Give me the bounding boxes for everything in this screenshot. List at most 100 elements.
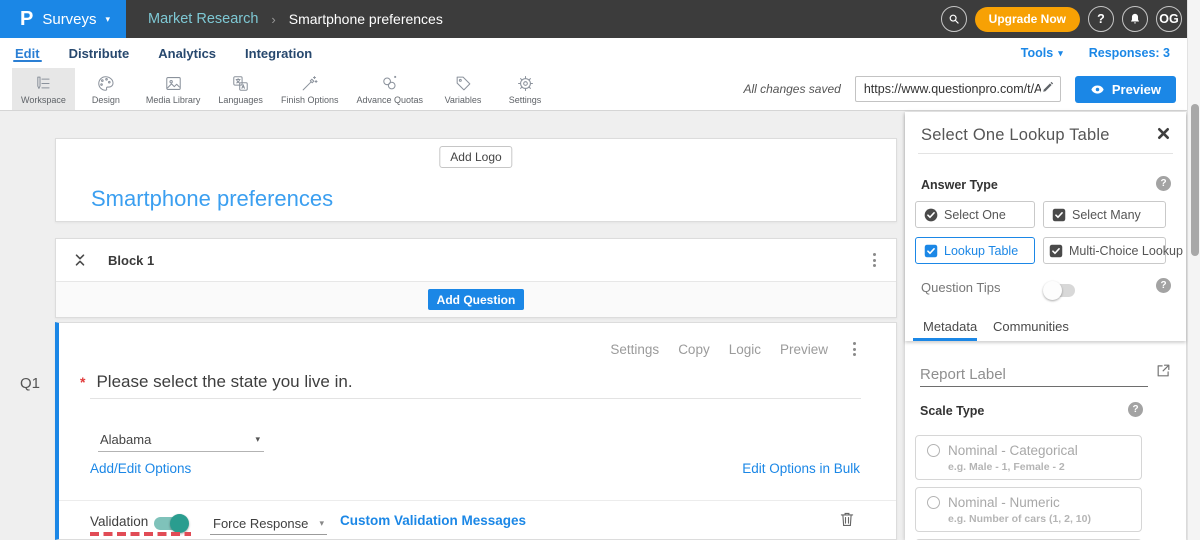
chevron-down-icon: ▾ bbox=[319, 519, 324, 528]
question-logic-link[interactable]: Logic bbox=[729, 342, 761, 357]
questionpro-logo-icon: P bbox=[20, 8, 33, 31]
block-name: Block 1 bbox=[108, 253, 154, 268]
breadcrumb-survey-name: Smartphone preferences bbox=[289, 11, 443, 27]
panel-tab-metadata[interactable]: Metadata bbox=[923, 319, 977, 334]
tools-menu[interactable]: Tools▾ bbox=[1021, 46, 1063, 60]
breadcrumb: Market Research › Smartphone preferences bbox=[148, 0, 443, 38]
block-footer: Add Question bbox=[56, 282, 896, 317]
app-root: P Surveys ▾ Market Research › Smartphone… bbox=[0, 0, 1200, 540]
help-button[interactable]: ? bbox=[1088, 6, 1114, 32]
tab-distribute[interactable]: Distribute bbox=[69, 38, 130, 68]
palette-icon bbox=[96, 74, 115, 93]
answer-dropdown[interactable]: Alabama ▾ bbox=[98, 427, 264, 452]
scrollbar-thumb[interactable] bbox=[1191, 104, 1199, 256]
panel-tab-communities[interactable]: Communities bbox=[993, 319, 1069, 334]
validation-section-divider bbox=[59, 500, 896, 501]
add-edit-options-link[interactable]: Add/Edit Options bbox=[90, 461, 191, 476]
toolbar-item-finish-options[interactable]: Finish Options bbox=[272, 68, 348, 110]
radio-icon[interactable] bbox=[927, 444, 940, 457]
edit-options-in-bulk-link[interactable]: Edit Options in Bulk bbox=[742, 461, 860, 476]
panel-title: Select One Lookup Table bbox=[921, 126, 1110, 145]
question-tips-label: Question Tips bbox=[921, 280, 1001, 295]
report-label-input[interactable] bbox=[920, 363, 1148, 387]
toolbar-item-settings[interactable]: Settings bbox=[494, 68, 556, 110]
force-response-dropdown[interactable]: Force Response ▾ bbox=[210, 512, 327, 535]
active-panel-tab-underline bbox=[913, 338, 977, 341]
question-menu-dots-icon[interactable] bbox=[849, 338, 860, 360]
tab-analytics[interactable]: Analytics bbox=[158, 38, 216, 68]
toolbar-items: Workspace Design Media Library Languages… bbox=[12, 68, 556, 110]
answer-type-help-icon[interactable]: ? bbox=[1156, 176, 1171, 191]
scale-type-help-icon[interactable]: ? bbox=[1128, 402, 1143, 417]
product-name: Surveys bbox=[42, 11, 96, 28]
circle-check-icon bbox=[924, 208, 938, 222]
tag-icon bbox=[454, 74, 473, 93]
edit-url-button[interactable] bbox=[1041, 80, 1055, 99]
validation-toggle[interactable] bbox=[154, 517, 187, 530]
block-menu-dots-icon[interactable] bbox=[869, 249, 880, 271]
delete-question-button[interactable] bbox=[838, 509, 856, 529]
tab-edit[interactable]: Edit bbox=[15, 38, 40, 68]
answer-option-multi-choice-lookup[interactable]: Multi-Choice Lookup bbox=[1043, 237, 1166, 264]
chain-links-icon bbox=[380, 74, 399, 93]
question-settings-link[interactable]: Settings bbox=[610, 342, 659, 357]
toolbar-item-media-library[interactable]: Media Library bbox=[137, 68, 210, 110]
question-card: Settings Copy Logic Preview * Please sel… bbox=[55, 322, 897, 540]
force-response-value: Force Response bbox=[213, 516, 308, 531]
notifications-button[interactable] bbox=[1122, 6, 1148, 32]
square-check-icon bbox=[1049, 244, 1063, 258]
search-button[interactable] bbox=[941, 6, 967, 32]
question-text[interactable]: Please select the state you live in. bbox=[96, 372, 352, 392]
trash-icon bbox=[838, 509, 856, 529]
answer-option-lookup-table[interactable]: Lookup Table bbox=[915, 237, 1035, 264]
block-header: Block 1 bbox=[56, 239, 896, 282]
pencil-icon bbox=[1041, 80, 1055, 94]
panel-close-button[interactable] bbox=[1156, 126, 1171, 141]
question-preview-link[interactable]: Preview bbox=[780, 342, 828, 357]
question-copy-link[interactable]: Copy bbox=[678, 342, 710, 357]
avatar[interactable]: OG bbox=[1156, 6, 1182, 32]
chevron-down-icon: ▾ bbox=[106, 15, 111, 24]
survey-url-input[interactable] bbox=[864, 82, 1041, 96]
survey-title[interactable]: Smartphone preferences bbox=[91, 186, 333, 212]
responses-link[interactable]: Responses: 3 bbox=[1089, 46, 1170, 60]
external-link-icon[interactable] bbox=[1155, 362, 1172, 379]
toolbar-item-languages[interactable]: Languages bbox=[209, 68, 272, 110]
breadcrumb-separator-icon: › bbox=[271, 12, 275, 27]
chevron-down-icon: ▾ bbox=[1058, 49, 1063, 58]
question-actions: Settings Copy Logic Preview bbox=[610, 338, 860, 360]
answer-option-select-one[interactable]: Select One bbox=[915, 201, 1035, 228]
question-text-row: * Please select the state you live in. bbox=[80, 372, 353, 392]
radio-icon[interactable] bbox=[927, 496, 940, 509]
add-question-button[interactable]: Add Question bbox=[428, 289, 525, 310]
question-number: Q1 bbox=[20, 375, 40, 392]
chevron-down-icon: ▾ bbox=[255, 435, 260, 444]
scale-option-nominal-numeric[interactable]: Nominal - Numeric e.g. Number of cars (1… bbox=[915, 487, 1142, 532]
preview-button[interactable]: Preview bbox=[1075, 76, 1176, 103]
upgrade-now-button[interactable]: Upgrade Now bbox=[975, 7, 1080, 32]
validation-label: Validation bbox=[90, 514, 148, 529]
square-check-icon bbox=[1052, 208, 1066, 222]
workspace-icon bbox=[34, 74, 53, 93]
panel-metadata-section: Scale Type ? Nominal - Categorical e.g. … bbox=[905, 341, 1186, 540]
tabbar-right: Tools▾ Responses: 3 bbox=[1021, 46, 1200, 60]
translate-icon bbox=[231, 74, 250, 93]
custom-validation-messages-link[interactable]: Custom Validation Messages bbox=[340, 513, 526, 528]
collapse-block-icon[interactable] bbox=[72, 252, 88, 268]
tab-integration[interactable]: Integration bbox=[245, 38, 312, 68]
scale-option-example: e.g. Number of cars (1, 2, 10) bbox=[948, 513, 1131, 525]
add-logo-button[interactable]: Add Logo bbox=[439, 146, 512, 168]
toolbar-item-advance-quotas[interactable]: Advance Quotas bbox=[347, 68, 432, 110]
scale-option-nominal-categorical[interactable]: Nominal - Categorical e.g. Male - 1, Fem… bbox=[915, 435, 1142, 480]
square-check-icon bbox=[924, 244, 938, 258]
toolbar-item-workspace[interactable]: Workspace bbox=[12, 68, 75, 110]
image-icon bbox=[164, 74, 183, 93]
answer-option-select-many[interactable]: Select Many bbox=[1043, 201, 1166, 228]
question-tips-toggle[interactable] bbox=[1045, 284, 1075, 297]
toolbar-item-variables[interactable]: Variables bbox=[432, 68, 494, 110]
question-tips-help-icon[interactable]: ? bbox=[1156, 278, 1171, 293]
survey-url-box bbox=[855, 76, 1061, 102]
toolbar-item-design[interactable]: Design bbox=[75, 68, 137, 110]
breadcrumb-folder[interactable]: Market Research bbox=[148, 11, 258, 27]
product-switcher[interactable]: P Surveys ▾ bbox=[0, 0, 126, 38]
